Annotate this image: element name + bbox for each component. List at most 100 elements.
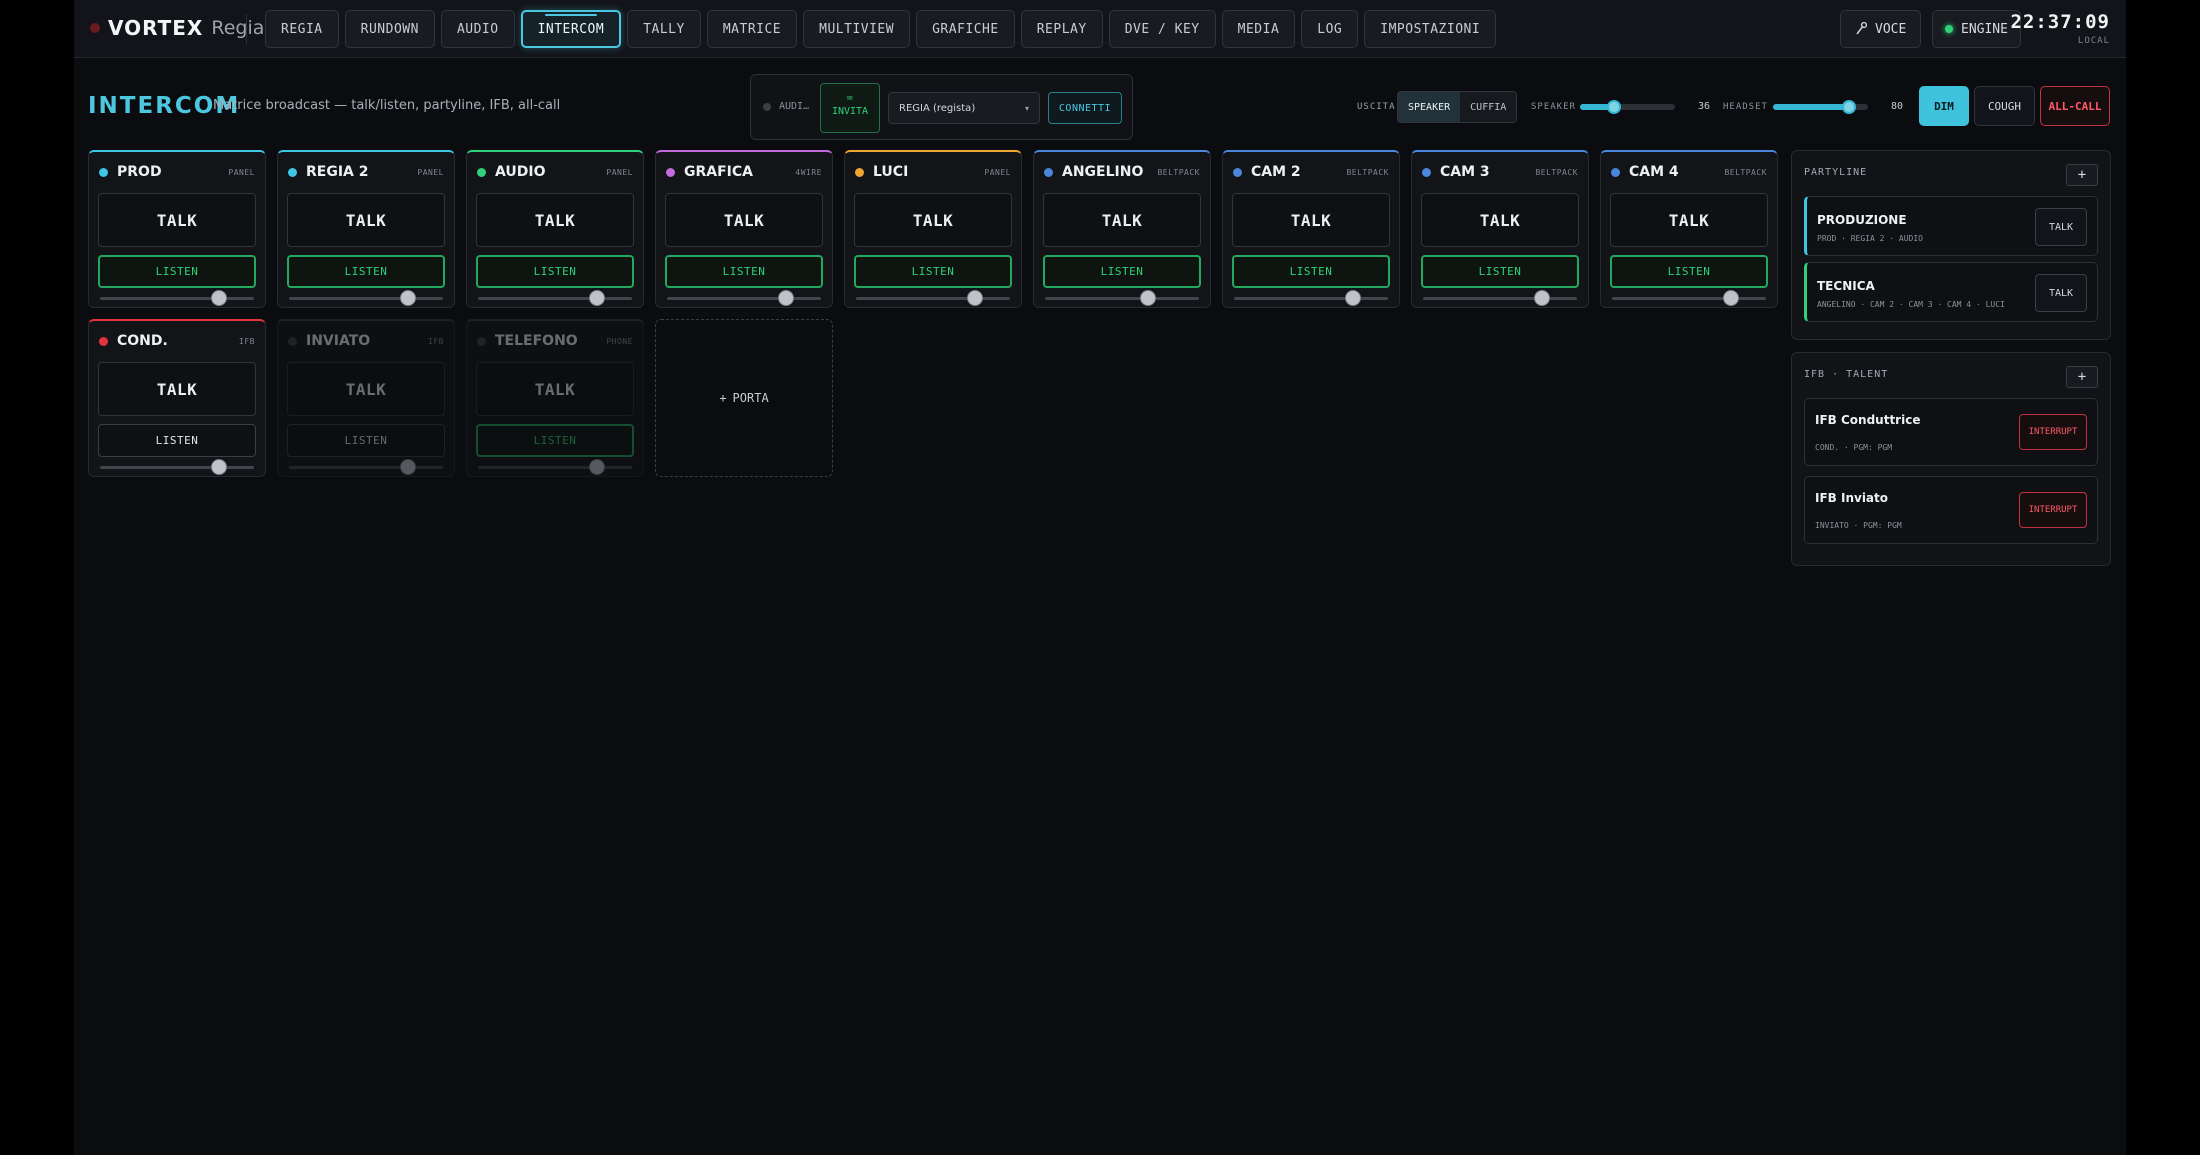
nav-tab-audio[interactable]: AUDIO — [440, 10, 515, 48]
nav-tab-matrice[interactable]: MATRICE — [706, 10, 798, 48]
nav-tab-regia[interactable]: REGIA — [265, 10, 339, 48]
partyline-talk-button[interactable]: TALK — [2035, 274, 2087, 312]
talk-button[interactable]: TALK — [854, 193, 1012, 247]
talk-button[interactable]: TALK — [1232, 193, 1390, 247]
listen-button[interactable]: LISTEN — [1232, 255, 1390, 288]
output-option-speaker[interactable]: SPEAKER — [1398, 92, 1461, 122]
port-level-knob[interactable] — [210, 290, 227, 306]
ifb-interrupt-button[interactable]: INTERRUPT — [2019, 414, 2087, 450]
partyline-item: PRODUZIONE PROD · REGIA 2 · AUDIO TALK — [1804, 196, 2098, 256]
cough-button[interactable]: COUGH — [1974, 86, 2035, 126]
destination-select[interactable]: REGIA (regista) ▾ — [888, 92, 1040, 124]
port-name: CAM 4 — [1629, 164, 1679, 180]
engine-status-dot-icon — [1945, 25, 1953, 33]
port-header: AUDIO PANEL — [477, 164, 633, 180]
microphone-icon — [1856, 22, 1867, 35]
voce-button[interactable]: VOCE — [1840, 10, 1922, 48]
add-ifb-button[interactable]: + — [2066, 366, 2098, 388]
nav-tab-log[interactable]: LOG — [1301, 10, 1359, 48]
listen-button[interactable]: LISTEN — [854, 255, 1012, 288]
port-level-slider[interactable] — [1612, 290, 1766, 306]
talk-button[interactable]: TALK — [1610, 193, 1768, 247]
clock: 22:37:09 LOCAL — [2010, 11, 2110, 46]
nav-tab-grafiche[interactable]: GRAFICHE — [916, 10, 1015, 48]
engine-status[interactable]: ENGINE — [1932, 10, 2021, 48]
nav-tab-replay[interactable]: REPLAY — [1020, 10, 1103, 48]
port-level-knob[interactable] — [399, 290, 416, 306]
listen-button[interactable]: LISTEN — [476, 255, 634, 288]
listen-button[interactable]: LISTEN — [476, 424, 634, 457]
port-level-slider[interactable] — [289, 290, 443, 306]
nav-tab-impostazioni[interactable]: IMPOSTAZIONI — [1364, 10, 1497, 48]
ifb-interrupt-button[interactable]: INTERRUPT — [2019, 492, 2087, 528]
listen-button[interactable]: LISTEN — [1421, 255, 1579, 288]
ifb-item: IFB Inviato INVIATO · PGM: PGM INTERRUPT — [1804, 476, 2098, 544]
port-card: CAM 4 BELTPACK TALK LISTEN — [1600, 150, 1778, 308]
nav-tab-multiview[interactable]: MULTIVIEW — [803, 10, 911, 48]
partyline-talk-button[interactable]: TALK — [2035, 208, 2087, 246]
all-call-button[interactable]: ALL-CALL — [2040, 86, 2110, 126]
port-level-slider[interactable] — [1423, 290, 1577, 306]
port-level-knob[interactable] — [1722, 290, 1739, 306]
connect-button[interactable]: CONNETTI — [1048, 92, 1122, 124]
add-partyline-button[interactable]: + — [2066, 164, 2098, 186]
port-level-slider[interactable] — [478, 290, 632, 306]
talk-button[interactable]: TALK — [287, 362, 445, 416]
talk-button[interactable]: TALK — [665, 193, 823, 247]
talk-button[interactable]: TALK — [98, 193, 256, 247]
listen-button[interactable]: LISTEN — [98, 255, 256, 288]
port-level-slider[interactable] — [478, 459, 632, 475]
talk-button[interactable]: TALK — [1043, 193, 1201, 247]
port-header: ANGELINO BELTPACK — [1044, 164, 1200, 180]
talk-button[interactable]: TALK — [476, 193, 634, 247]
port-level-knob[interactable] — [1344, 290, 1361, 306]
listen-button[interactable]: LISTEN — [665, 255, 823, 288]
port-level-knob[interactable] — [588, 290, 605, 306]
add-port-label: PORTA — [732, 391, 769, 405]
nav-tab-intercom[interactable]: INTERCOM — [520, 10, 622, 48]
port-name: CAM 3 — [1440, 164, 1490, 180]
invite-button[interactable]: ✉ INVITA — [820, 83, 880, 133]
speaker-volume-slider[interactable] — [1580, 104, 1675, 110]
record-dot-icon — [90, 23, 100, 33]
output-option-cuffia[interactable]: CUFFIA — [1460, 92, 1517, 122]
partyline-item: TECNICA ANGELINO · CAM 2 · CAM 3 · CAM 4 … — [1804, 262, 2098, 322]
headset-volume-knob[interactable] — [1842, 100, 1856, 114]
add-port-button[interactable]: + PORTA — [655, 319, 833, 477]
port-level-knob[interactable] — [588, 459, 605, 475]
talk-button[interactable]: TALK — [98, 362, 256, 416]
port-level-slider[interactable] — [100, 459, 254, 475]
listen-button[interactable]: LISTEN — [287, 424, 445, 457]
speaker-volume-knob[interactable] — [1607, 100, 1622, 114]
listen-button[interactable]: LISTEN — [1610, 255, 1768, 288]
ifb-panel: IFB · TALENT + IFB Conduttrice COND. · PG… — [1791, 352, 2111, 566]
dim-button[interactable]: DIM — [1919, 86, 1969, 126]
nav-tab-dve-key[interactable]: DVE / KEY — [1108, 10, 1216, 48]
port-level-knob[interactable] — [399, 459, 416, 475]
port-level-slider[interactable] — [1045, 290, 1199, 306]
port-type: PANEL — [417, 167, 444, 177]
talk-button[interactable]: TALK — [287, 193, 445, 247]
port-level-knob[interactable] — [1533, 290, 1550, 306]
listen-button[interactable]: LISTEN — [1043, 255, 1201, 288]
divider — [246, 14, 247, 44]
chevron-down-icon: ▾ — [1024, 103, 1029, 113]
listen-button[interactable]: LISTEN — [98, 424, 256, 457]
destination-value: REGIA (regista) — [899, 102, 976, 114]
port-name: ANGELINO — [1062, 164, 1144, 180]
nav-tab-rundown[interactable]: RUNDOWN — [344, 10, 435, 48]
nav-tab-tally[interactable]: TALLY — [627, 10, 701, 48]
port-level-slider[interactable] — [856, 290, 1010, 306]
listen-button[interactable]: LISTEN — [287, 255, 445, 288]
nav-tab-media[interactable]: MEDIA — [1221, 10, 1296, 48]
talk-button[interactable]: TALK — [476, 362, 634, 416]
port-level-knob[interactable] — [210, 459, 227, 475]
port-level-slider[interactable] — [289, 459, 443, 475]
port-level-slider[interactable] — [100, 290, 254, 306]
port-level-slider[interactable] — [1234, 290, 1388, 306]
port-level-knob[interactable] — [966, 290, 983, 306]
port-level-knob[interactable] — [777, 290, 794, 306]
port-level-slider[interactable] — [667, 290, 821, 306]
talk-button[interactable]: TALK — [1421, 193, 1579, 247]
port-level-knob[interactable] — [1140, 290, 1157, 306]
